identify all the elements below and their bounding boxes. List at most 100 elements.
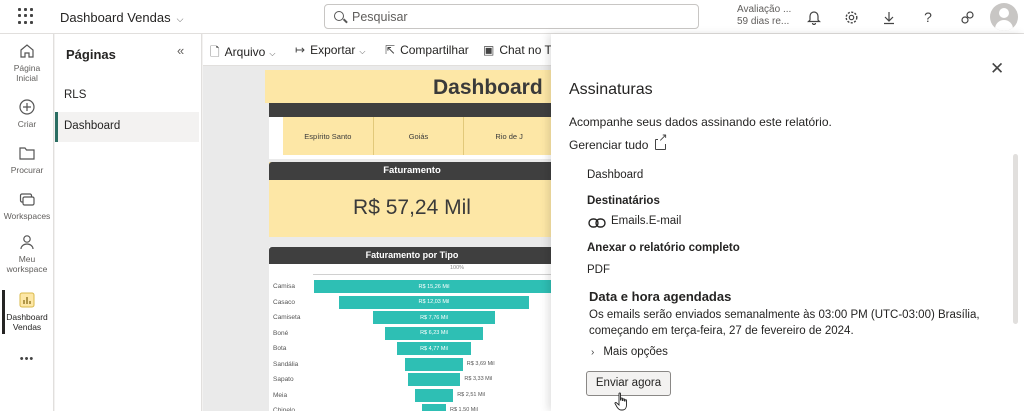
- report-heading: Dashboard: [433, 76, 543, 99]
- schedule-description: Os emails serão enviados semanalmente às…: [589, 309, 980, 337]
- gear-icon[interactable]: [841, 7, 861, 27]
- funnel-bar[interactable]: [422, 404, 446, 411]
- share-button[interactable]: ⇱ Compartilhar: [385, 43, 469, 57]
- funnel-category-label: Meia: [273, 391, 288, 399]
- revenue-card: Faturamento R$ 57,24 Mil: [269, 162, 553, 237]
- page-item-rls[interactable]: RLS: [55, 81, 199, 111]
- chevron-down-icon: ⌵: [269, 49, 276, 58]
- funnel-category-label: Camiseta: [273, 314, 301, 321]
- funnel-header: Faturamento por Tipo: [269, 247, 553, 264]
- funnel-bar[interactable]: R$ 6,23 Mil: [384, 326, 484, 340]
- manage-all-label: Gerenciar tudo: [569, 138, 649, 152]
- file-menu-label: Arquivo: [224, 45, 266, 59]
- more-options-label: Mais opções: [603, 346, 668, 358]
- attach-label: Anexar o relatório completo: [587, 242, 740, 254]
- funnel-category-label: Sandália: [273, 360, 299, 368]
- more-options-toggle[interactable]: › Mais opções: [591, 346, 668, 358]
- panel-description: Acompanhe seus dados assinando este rela…: [569, 115, 832, 129]
- slicer-item[interactable]: Rio de J: [464, 117, 553, 155]
- funnel-bar[interactable]: R$ 12,03 Mil: [339, 295, 529, 309]
- rail-item-browse[interactable]: Procurar: [0, 144, 54, 175]
- slicer-header: [269, 103, 553, 117]
- collapse-icon[interactable]: «: [177, 43, 184, 58]
- rail-label: Dashboard: [6, 312, 48, 322]
- export-menu-button[interactable]: ↦ Exportar ⌵: [295, 43, 366, 57]
- share-feedback-icon[interactable]: [957, 7, 977, 27]
- left-nav-rail: Página Inicial Criar Procurar Workspaces…: [0, 34, 54, 411]
- revenue-value-text: R$ 57,24 Mil: [353, 196, 471, 219]
- rail-item-home[interactable]: Página Inicial: [0, 42, 54, 83]
- help-icon[interactable]: ?: [918, 7, 938, 27]
- report-canvas: Dashboard Espírito Santo Goiás Rio de J …: [203, 66, 553, 411]
- rail-item-workspaces[interactable]: Workspaces: [0, 190, 54, 221]
- chevron-down-icon: ⌵: [359, 47, 366, 56]
- revenue-value: R$ 57,24 Mil: [269, 196, 553, 220]
- funnel-category-label: Chinelo: [273, 407, 296, 411]
- manage-all-link[interactable]: Gerenciar tudo: [569, 133, 668, 152]
- report-icon: [18, 291, 36, 309]
- rail-label: Vendas: [12, 322, 42, 332]
- rail-label: Criar: [17, 119, 37, 129]
- rail-label: workspace: [6, 264, 48, 274]
- search-icon: [334, 11, 344, 21]
- slicer-item[interactable]: Espírito Santo: [283, 117, 374, 155]
- recipients-value: Emails.E-mail: [611, 215, 682, 227]
- funnel-bar[interactable]: R$ 15,26 Mil: [314, 280, 553, 293]
- funnel-category-label: Casaco: [273, 298, 296, 306]
- panel-title: Assinaturas: [569, 81, 653, 98]
- workspaces-icon: [18, 190, 36, 208]
- funnel-bar[interactable]: [405, 357, 463, 371]
- trial-status[interactable]: Avaliação ... 59 dias re...: [737, 4, 791, 28]
- trial-status-line1: Avaliação ...: [737, 4, 792, 15]
- report-title-menu[interactable]: Dashboard Vendas ⌵: [60, 10, 183, 25]
- teams-icon: ▣: [483, 43, 495, 57]
- report-title: Dashboard Vendas: [60, 10, 171, 25]
- report-toolbar: 🗋 Arquivo ⌵ ↦ Exportar ⌵ ⇱ Compartilhar ▣ Chat…: [203, 34, 557, 66]
- funnel-category-label: Camisa: [273, 283, 296, 290]
- chat-in-teams-button[interactable]: ▣ Chat no Te: [483, 43, 557, 57]
- avatar[interactable]: [990, 3, 1018, 31]
- share-label: Compartilhar: [400, 43, 469, 57]
- slicer-item[interactable]: Goiás: [374, 117, 465, 155]
- file-menu-button[interactable]: 🗋 Arquivo ⌵: [210, 43, 275, 64]
- pages-panel: Páginas « RLS Dashboard: [55, 34, 202, 411]
- funnel-bar[interactable]: R$ 4,77 Mil: [396, 342, 472, 355]
- funnel-bar[interactable]: [414, 388, 454, 402]
- revenue-card-header: Faturamento: [269, 162, 553, 180]
- chevron-down-icon: ⌵: [176, 14, 184, 24]
- close-icon[interactable]: ✕: [990, 59, 1004, 79]
- person-icon: [18, 233, 36, 251]
- bell-icon[interactable]: [804, 7, 824, 27]
- rail-item-my-workspace[interactable]: Meu workspace: [0, 233, 54, 274]
- rail-item-create[interactable]: Criar: [0, 98, 54, 129]
- state-slicer: Espírito Santo Goiás Rio de J: [269, 103, 553, 159]
- funnel-category-label: Sapato: [273, 376, 294, 383]
- rail-item-dashboard-vendas[interactable]: Dashboard Vendas: [0, 291, 54, 332]
- funnel-value-label: R$ 3,69 Mil: [466, 360, 495, 367]
- funnel-bar[interactable]: R$ 7,76 Mil: [372, 311, 496, 324]
- download-icon[interactable]: [879, 7, 899, 27]
- attach-value: PDF: [587, 264, 610, 276]
- chevron-right-icon: ›: [591, 347, 595, 358]
- funnel-chart: Faturamento por Tipo 100% Camisa R$ 15,26…: [269, 247, 553, 411]
- rail-label: Inicial: [16, 73, 38, 83]
- funnel-bar[interactable]: [407, 373, 461, 386]
- panel-scrollbar[interactable]: [1013, 154, 1018, 324]
- more-icon[interactable]: •••: [0, 354, 54, 365]
- rail-label: Página: [13, 63, 41, 73]
- subscription-name: Dashboard: [587, 169, 644, 181]
- funnel-percent-label: 100%: [450, 265, 465, 271]
- app-launcher-icon[interactable]: [18, 8, 34, 24]
- funnel-category-label: Bota: [273, 345, 287, 352]
- folder-icon: [18, 144, 36, 162]
- page-item-dashboard[interactable]: Dashboard: [55, 112, 199, 142]
- search-input[interactable]: Pesquisar: [324, 4, 699, 29]
- export-menu-label: Exportar: [310, 43, 356, 57]
- schedule-title: Data e hora agendadas: [589, 289, 732, 304]
- plus-circle-icon: [18, 98, 36, 116]
- chat-label: Chat no Te: [499, 43, 558, 57]
- share-icon: ⇱: [385, 43, 396, 57]
- report-header: Dashboard: [265, 70, 553, 103]
- trial-status-line2: 59 dias re...: [737, 16, 790, 27]
- file-icon: 🗋: [210, 45, 220, 59]
